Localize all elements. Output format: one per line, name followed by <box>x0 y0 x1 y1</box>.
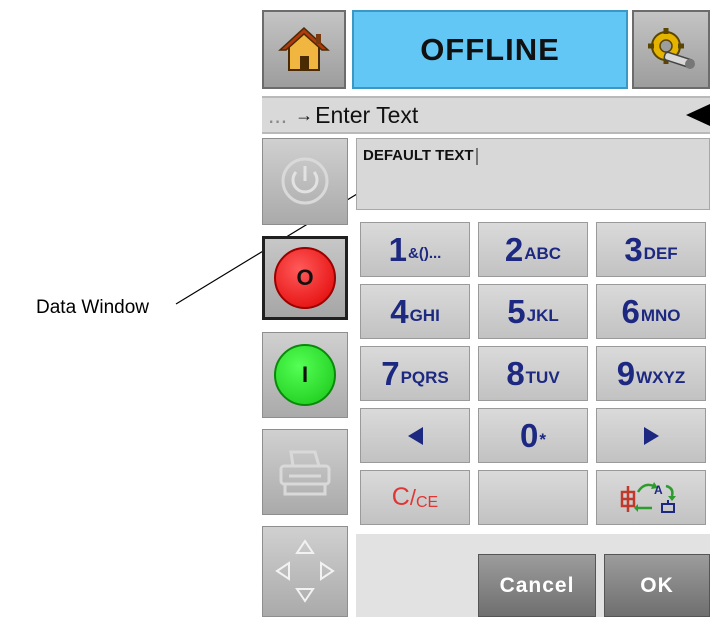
key-3-digit: 3 <box>624 231 643 268</box>
key-4[interactable]: 4 GHI <box>360 284 470 339</box>
left-arrow-icon <box>407 426 423 445</box>
setup-button[interactable] <box>632 10 710 89</box>
home-button[interactable] <box>262 10 346 89</box>
key-9[interactable]: 9 WXYZ <box>596 346 706 401</box>
key-0[interactable]: 0 * <box>478 408 588 463</box>
blank-key <box>478 470 588 525</box>
data-window-text: DEFAULT TEXT <box>363 147 474 164</box>
clear-label-main: C <box>391 483 410 511</box>
key-6-letters: MNO <box>640 305 681 325</box>
key-1[interactable]: 1 &()... <box>360 222 470 277</box>
setup-gear-icon <box>648 28 695 69</box>
key-9-digit: 9 <box>616 355 636 392</box>
start-indicator: I <box>274 344 336 406</box>
stop-button[interactable]: O <box>262 236 348 320</box>
ok-button[interactable]: OK <box>604 554 710 617</box>
key-6-digit: 6 <box>621 293 640 330</box>
back-arrow-icon[interactable] <box>686 104 710 126</box>
svg-text:A: A <box>654 483 663 497</box>
key-7-digit: 7 <box>381 355 400 392</box>
key-3-letters: DEF <box>643 243 678 263</box>
input-method-icon: A <box>620 481 676 513</box>
key-8-letters: TUV <box>525 367 560 387</box>
breadcrumb-arrow: → <box>295 104 314 125</box>
key-5-letters: JKL <box>526 305 559 325</box>
cursor-left-key[interactable] <box>360 408 470 463</box>
breadcrumb: ... → Enter Text <box>262 96 710 134</box>
print-button[interactable] <box>262 429 348 515</box>
power-icon <box>281 157 329 205</box>
key-7-letters: PQRS <box>400 367 449 387</box>
key-7[interactable]: 7 PQRS <box>360 346 470 401</box>
home-icon <box>278 26 330 71</box>
key-5[interactable]: 5 JKL <box>478 284 588 339</box>
key-4-digit: 4 <box>390 293 409 330</box>
key-2[interactable]: 2 ABC <box>478 222 588 277</box>
navigate-arrows-icon <box>275 539 335 603</box>
printer-icon <box>279 450 331 496</box>
key-1-letters: &()... <box>408 245 442 262</box>
stop-indicator: O <box>274 247 336 309</box>
key-5-digit: 5 <box>507 293 526 330</box>
power-button[interactable] <box>262 138 348 225</box>
clear-label-sub: CE <box>415 493 439 511</box>
key-2-letters: ABC <box>524 243 562 263</box>
key-6[interactable]: 6 MNO <box>596 284 706 339</box>
right-arrow-icon <box>643 426 659 445</box>
navigate-button[interactable] <box>262 526 348 617</box>
input-method-key[interactable]: A <box>596 470 706 525</box>
cursor-right-key[interactable] <box>596 408 706 463</box>
key-8-digit: 8 <box>506 355 525 392</box>
key-1-digit: 1 <box>388 231 408 268</box>
key-3[interactable]: 3 DEF <box>596 222 706 277</box>
start-button[interactable]: I <box>262 332 348 418</box>
printer-status: OFFLINE <box>352 10 628 89</box>
text-cursor <box>475 147 478 165</box>
key-0-digit: 0 <box>520 417 539 454</box>
key-8[interactable]: 8 TUV <box>478 346 588 401</box>
breadcrumb-ellipsis: ... <box>268 101 288 128</box>
key-9-letters: WXYZ <box>636 367 686 387</box>
cancel-button[interactable]: Cancel <box>478 554 596 617</box>
data-window[interactable]: DEFAULT TEXT <box>356 138 710 210</box>
key-4-letters: GHI <box>409 305 440 325</box>
clear-key[interactable]: C / CE <box>360 470 470 525</box>
key-0-letters: * <box>539 429 546 449</box>
breadcrumb-label: Enter Text <box>315 101 419 128</box>
key-2-digit: 2 <box>504 231 524 268</box>
